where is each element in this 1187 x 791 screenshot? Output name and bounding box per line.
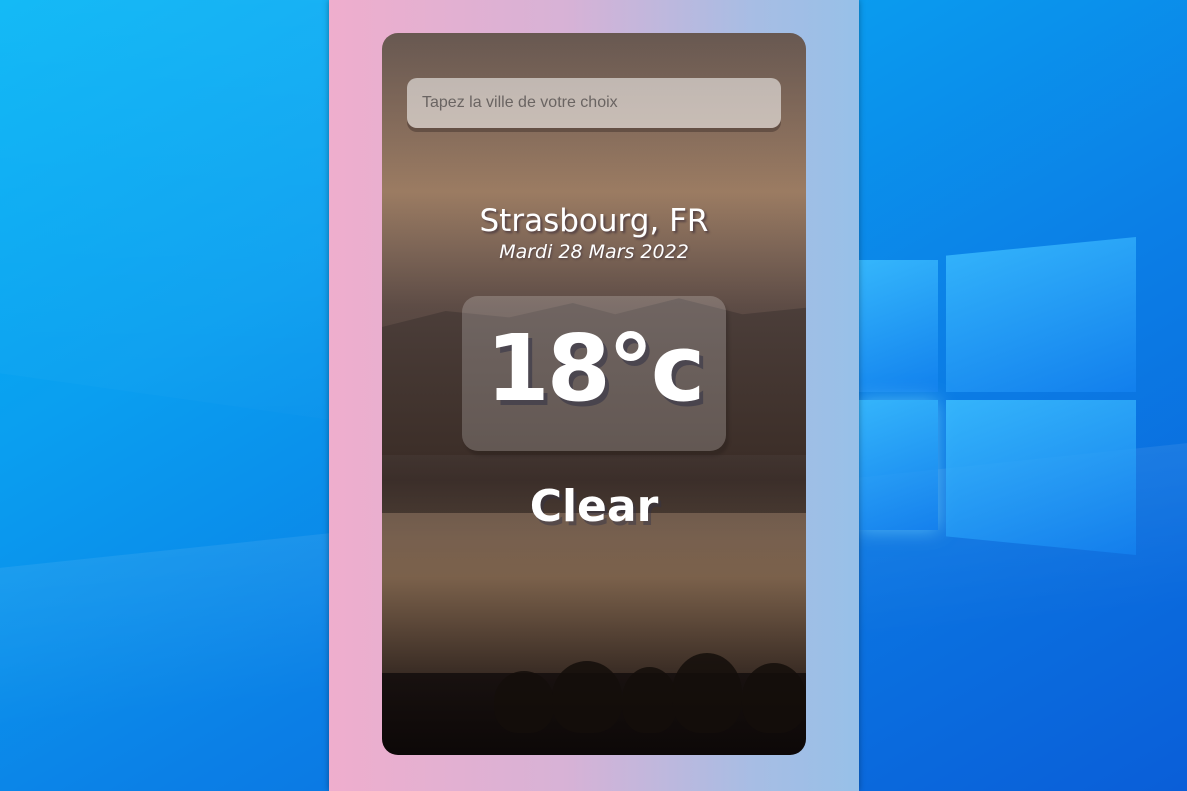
weather-condition: Clear — [529, 481, 659, 532]
city-search-input[interactable] — [407, 78, 781, 128]
temperature-value: 18°c — [485, 315, 706, 422]
windows-logo — [858, 160, 1148, 560]
date-label: Mardi 28 Mars 2022 — [499, 241, 689, 263]
background-trees — [482, 633, 806, 733]
location-label: Strasbourg, FR — [479, 203, 709, 239]
browser-viewport: Strasbourg, FR Mardi 28 Mars 2022 18°c C… — [329, 0, 859, 791]
temperature-box: 18°c — [462, 296, 726, 451]
weather-card: Strasbourg, FR Mardi 28 Mars 2022 18°c C… — [382, 33, 806, 755]
